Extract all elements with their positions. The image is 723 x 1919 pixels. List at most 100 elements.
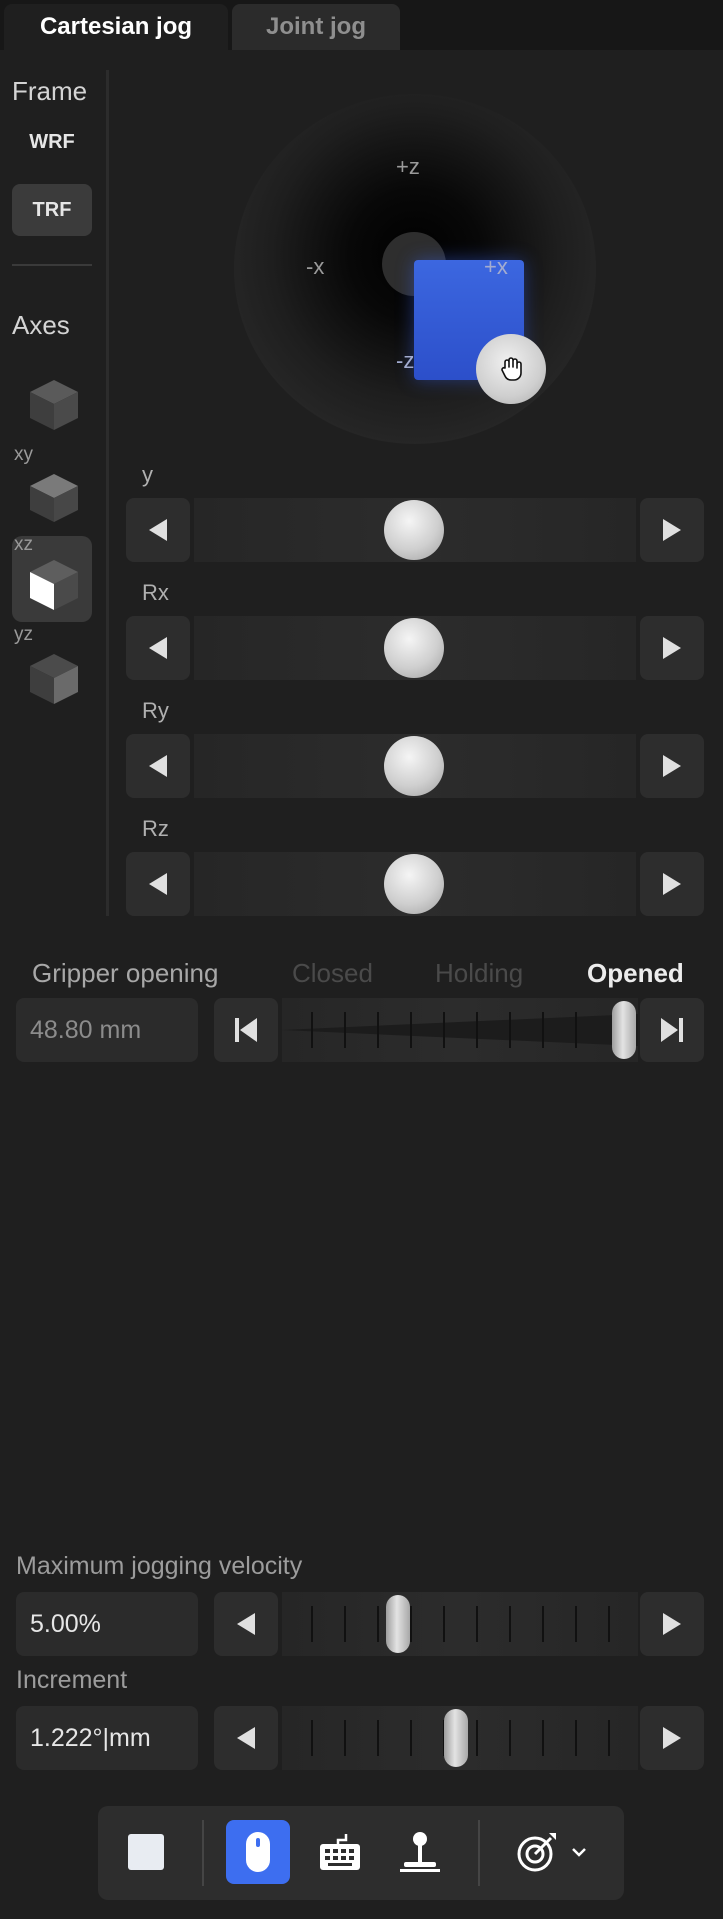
- increment-tick: [344, 1720, 346, 1756]
- slider-rx-decrement-button[interactable]: [126, 616, 190, 680]
- increment-tick: [608, 1720, 610, 1756]
- increment-tick: [542, 1720, 544, 1756]
- skip-end-icon: [661, 1018, 683, 1042]
- gripper-slider-track[interactable]: [282, 998, 638, 1062]
- arrow-right-icon: [663, 519, 681, 541]
- frame-title: Frame: [12, 76, 88, 106]
- gripper-state-opened: Opened: [587, 958, 684, 988]
- keyboard-mode-button[interactable]: [308, 1820, 372, 1884]
- slider-rz-decrement-button[interactable]: [126, 852, 190, 916]
- mouse-mode-button[interactable]: [226, 1820, 290, 1884]
- arrow-right-icon: [663, 637, 681, 659]
- gripper-open-button[interactable]: [640, 998, 704, 1062]
- increment-value-field[interactable]: 1.222°|mm: [16, 1706, 198, 1770]
- increment-slider-thumb[interactable]: [444, 1709, 468, 1767]
- slider-rz-thumb[interactable]: [384, 854, 444, 914]
- velocity-tick: [575, 1606, 577, 1642]
- stop-button[interactable]: [114, 1820, 178, 1884]
- axis-yz-tag: yz: [14, 624, 33, 645]
- arrow-left-icon: [237, 1613, 255, 1635]
- increment-tick: [476, 1720, 478, 1756]
- slider-y-decrement-button[interactable]: [126, 498, 190, 562]
- slider-y-thumb[interactable]: [384, 500, 444, 560]
- arrow-right-icon: [663, 1613, 681, 1635]
- mouse-icon: [246, 1832, 270, 1872]
- cube-xz-icon: [30, 560, 78, 610]
- increment-tick: [509, 1720, 511, 1756]
- joystick-label-mx: -x: [306, 254, 325, 279]
- increment-tick: [377, 1720, 379, 1756]
- gripper-value-field[interactable]: 48.80 mm: [16, 998, 198, 1062]
- axis-xz-tag: xz: [14, 534, 33, 555]
- toolbar-separator: [478, 1820, 480, 1886]
- joystick-mode-button[interactable]: [388, 1820, 452, 1884]
- hand-cursor-icon: [501, 357, 522, 381]
- gripper-close-button[interactable]: [214, 998, 278, 1062]
- velocity-tick: [542, 1606, 544, 1642]
- axes-title: Axes: [12, 310, 70, 340]
- chevron-down-icon: [572, 1848, 586, 1857]
- gripper-tick: [542, 1012, 544, 1048]
- gripper-slider-thumb[interactable]: [612, 1001, 636, 1059]
- velocity-decrement-button[interactable]: [214, 1592, 278, 1656]
- target-menu-button[interactable]: [496, 1820, 606, 1884]
- slider-rx-thumb[interactable]: [384, 618, 444, 678]
- joystick-label-pz: +z: [396, 154, 420, 179]
- velocity-tick: [476, 1606, 478, 1642]
- arrow-left-icon: [149, 873, 167, 895]
- bottom-toolbar: [98, 1806, 624, 1900]
- cube-yz-icon: [30, 654, 78, 704]
- gripper-tick: [443, 1012, 445, 1048]
- left-column-divider: [106, 70, 109, 916]
- gripper-tick: [575, 1012, 577, 1048]
- velocity-value-field[interactable]: 5.00%: [16, 1592, 198, 1656]
- velocity-increment-button[interactable]: [640, 1592, 704, 1656]
- velocity-tick: [410, 1606, 412, 1642]
- axis-free-button[interactable]: [12, 356, 92, 442]
- slider-rx-label: Rx: [142, 580, 169, 605]
- axis-yz-button[interactable]: yz: [12, 624, 92, 712]
- axis-xy-button[interactable]: xy: [12, 444, 92, 532]
- slider-rz-increment-button[interactable]: [640, 852, 704, 916]
- velocity-tick: [608, 1606, 610, 1642]
- arrow-left-icon: [237, 1727, 255, 1749]
- axis-xz-button[interactable]: xz: [12, 534, 92, 622]
- velocity-title: Maximum jogging velocity: [16, 1552, 303, 1580]
- frame-divider: [12, 264, 92, 266]
- joystick-handle[interactable]: [476, 334, 546, 404]
- tab-bar: Cartesian jog Joint jog: [0, 0, 723, 50]
- tab-cartesian-jog[interactable]: Cartesian jog: [4, 4, 228, 50]
- gripper-title: Gripper opening: [32, 958, 219, 988]
- velocity-tick: [344, 1606, 346, 1642]
- frame-trf-button[interactable]: TRF: [12, 184, 92, 236]
- target-icon: [517, 1833, 556, 1872]
- gripper-state-closed: Closed: [292, 958, 373, 988]
- velocity-slider-thumb[interactable]: [386, 1595, 410, 1653]
- arrow-left-icon: [149, 519, 167, 541]
- joystick-label-mz: -z: [396, 348, 415, 373]
- arrow-left-icon: [149, 637, 167, 659]
- slider-rz-label: Rz: [142, 816, 169, 841]
- increment-decrement-button[interactable]: [214, 1706, 278, 1770]
- increment-increment-button[interactable]: [640, 1706, 704, 1770]
- slider-rx-increment-button[interactable]: [640, 616, 704, 680]
- slider-ry-label: Ry: [142, 698, 169, 723]
- tab-joint-jog[interactable]: Joint jog: [232, 4, 400, 50]
- gripper-state-holding: Holding: [435, 958, 524, 988]
- velocity-tick: [509, 1606, 511, 1642]
- velocity-slider-track[interactable]: [282, 1592, 638, 1656]
- slider-ry-increment-button[interactable]: [640, 734, 704, 798]
- cube-xy-icon: [30, 474, 78, 522]
- frame-wrf-button[interactable]: WRF: [12, 116, 92, 168]
- gripper-tick: [410, 1012, 412, 1048]
- gripper-tick: [476, 1012, 478, 1048]
- slider-ry-decrement-button[interactable]: [126, 734, 190, 798]
- joystick-label-px: +x: [484, 254, 508, 279]
- slider-ry-thumb[interactable]: [384, 736, 444, 796]
- gripper-tick: [377, 1012, 379, 1048]
- gripper-tick: [509, 1012, 511, 1048]
- joystick-icon: [400, 1832, 440, 1872]
- increment-tick: [575, 1720, 577, 1756]
- slider-y-increment-button[interactable]: [640, 498, 704, 562]
- arrow-right-icon: [663, 1727, 681, 1749]
